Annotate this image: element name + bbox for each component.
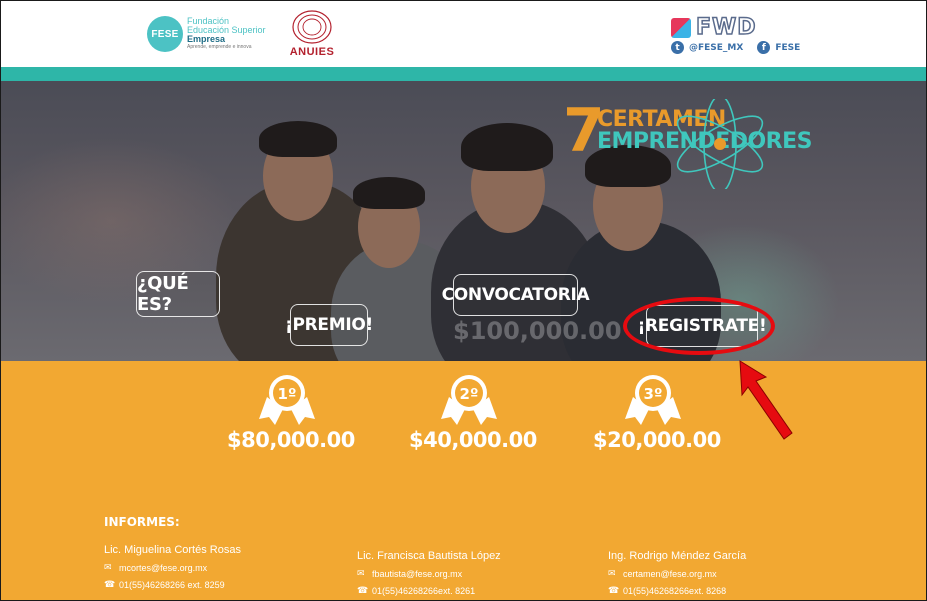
facebook-link[interactable]: FESE [775,43,800,53]
page: FESE Fundación Educación Superior Empres… [0,0,927,601]
contact-email-link[interactable]: certamen@fese.org.mx [623,569,717,579]
contact-email-row: ✉ mcortes@fese.org.mx [104,562,241,573]
contact-phone-row: ☎ 01(55)46268266ext. 8268 [608,585,746,596]
contact-card: Lic. Miguelina Cortés Rosas ✉ mcortes@fe… [104,544,241,596]
contact-email-link[interactable]: mcortes@fese.org.mx [119,563,207,573]
anuies-logo[interactable]: ANUIES [287,9,337,63]
third-place-label: 3º [644,385,663,403]
fese-logo[interactable]: FESE Fundación Educación Superior Empres… [147,16,266,52]
envelope-icon: ✉ [104,562,112,572]
phone-icon: ☎ [608,585,620,595]
envelope-icon: ✉ [357,568,365,578]
social-links: t @FESE_MX f FESE [671,41,800,54]
header: FESE Fundación Educación Superior Empres… [1,1,926,67]
first-place-label: 1º [278,385,297,403]
envelope-icon: ✉ [608,568,616,578]
certamen-logo: 7 CERTAMEN EMPRENDEDORES [561,99,813,189]
contact-card: Lic. Francisca Bautista López ✉ fbautist… [357,550,501,600]
fwd-logo[interactable]: FWD [671,14,757,41]
first-place-medal-icon: 1º [259,375,315,425]
person-hair [353,177,425,209]
contact-name: Lic. Miguelina Cortés Rosas [104,544,241,556]
contact-phone-row: ☎ 01(55)46268266ext. 8261 [357,585,501,596]
third-place-medal-icon: 3º [625,375,681,425]
contact-phone: 01(55)46268266ext. 8261 [372,585,476,596]
atom-icon [676,99,764,189]
anuies-wordmark: ANUIES [289,46,335,58]
contact-phone-row: ☎ 01(55)46268266 ext. 8259 [104,579,241,590]
person-hair [461,123,553,171]
phone-icon: ☎ [104,579,116,589]
second-place-medal-icon: 2º [441,375,497,425]
teal-divider [1,67,926,81]
red-arrow-annotation [739,360,793,440]
person-hair [259,121,337,157]
third-prize-amount: $20,000.00 [593,428,721,452]
fese-tagline: Aprende, emprende e innova [187,44,252,50]
fese-circle-icon: FESE [147,16,183,52]
phone-icon: ☎ [357,585,369,595]
contact-email-row: ✉ certamen@fese.org.mx [608,568,746,579]
hero-banner: $100,000.00 7 CERTAMEN EMPRENDEDORES [1,81,926,361]
contact-phone: 01(55)46268266ext. 8268 [623,585,727,596]
fwd-square-icon [671,17,691,38]
highlight-circle [623,297,775,355]
second-prize-amount: $40,000.00 [409,428,537,452]
informes-heading: INFORMES: [104,515,180,529]
first-prize-amount: $80,000.00 [227,428,355,452]
contact-name: Ing. Rodrigo Méndez García [608,550,747,562]
anuies-rings-icon [292,10,332,44]
contact-card: Ing. Rodrigo Méndez García ✉ certamen@fe… [608,550,747,600]
contact-email-row: ✉ fbautista@fese.org.mx [357,568,501,579]
twitter-icon[interactable]: t [671,41,684,54]
premio-button[interactable]: ¡PREMIO! [285,304,373,346]
fese-line3: Empresa [187,34,226,44]
que-es-button[interactable]: ¿QUÉ ES? [136,271,220,317]
contact-phone: 01(55)46268266 ext. 8259 [119,579,225,590]
convocatoria-button[interactable]: CONVOCATORIA [442,274,590,316]
contact-name: Lic. Francisca Bautista López [357,550,501,562]
second-place-label: 2º [460,385,479,403]
facebook-icon[interactable]: f [757,41,771,54]
fwd-wordmark: FWD [695,14,757,41]
fese-wordmark: Fundación Educación Superior Empresa Apr… [187,17,266,51]
contact-email-link[interactable]: fbautista@fese.org.mx [372,569,462,579]
twitter-link[interactable]: @FESE_MX [689,43,743,53]
background-amount: $100,000.00 [453,317,622,345]
